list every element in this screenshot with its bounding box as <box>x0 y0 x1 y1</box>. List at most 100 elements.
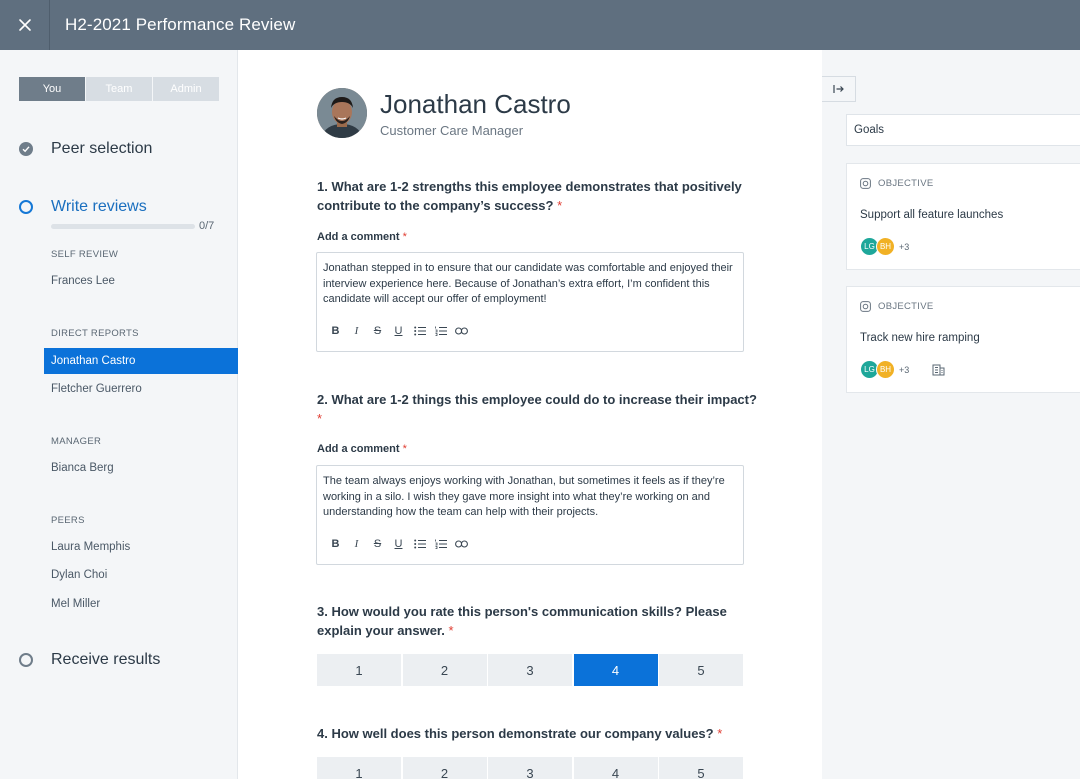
review-form: Jonathan Castro Customer Care Manager 1.… <box>238 50 822 779</box>
building-icon <box>932 364 945 376</box>
rating-option-2[interactable]: 2 <box>402 654 487 686</box>
collapse-right-icon <box>832 85 844 93</box>
bullet-list-icon[interactable] <box>412 324 427 338</box>
step-receive-results[interactable]: Receive results <box>19 651 160 669</box>
goals-panel: Goals OBJECTIVE Support all feature laun… <box>822 50 1080 779</box>
rating-option-5[interactable]: 5 <box>659 757 743 779</box>
segment-team[interactable]: Team <box>86 77 152 101</box>
underline-button[interactable]: U <box>391 537 406 551</box>
close-button[interactable] <box>0 0 50 50</box>
objective-title: Support all feature launches <box>860 209 1004 221</box>
sidebar: You Team Admin Peer selection Write revi… <box>0 50 238 779</box>
rating-option-2[interactable]: 2 <box>402 757 487 779</box>
bold-button[interactable]: B <box>328 324 343 338</box>
comment-editor-1[interactable]: Jonathan stepped in to ensure that our c… <box>316 252 744 352</box>
link-icon[interactable] <box>454 537 469 551</box>
step-label: Peer selection <box>51 140 153 157</box>
owners: LG BH +3 <box>860 237 909 256</box>
rating-option-1[interactable]: 1 <box>317 757 401 779</box>
format-toolbar: B I S U <box>328 537 475 551</box>
owners: LG BH +3 <box>860 360 945 379</box>
more-owners-count: +3 <box>899 364 910 375</box>
step-pending-icon <box>19 653 33 667</box>
reviews-progress-bar <box>51 224 195 229</box>
question-2: 2. What are 1-2 things this employee cou… <box>317 390 757 428</box>
italic-button[interactable]: I <box>349 324 364 338</box>
link-icon[interactable] <box>454 324 469 338</box>
panel-select[interactable]: Goals <box>846 114 1080 146</box>
format-toolbar: B I S U <box>328 324 475 338</box>
underline-button[interactable]: U <box>391 324 406 338</box>
question-text: 4. How well does this person demonstrate… <box>317 726 714 741</box>
segment-you[interactable]: You <box>19 77 85 101</box>
comment-text[interactable]: Jonathan stepped in to ensure that our c… <box>323 261 739 308</box>
more-owners-count: +3 <box>899 241 910 252</box>
step-write-reviews[interactable]: Write reviews <box>19 198 147 216</box>
numbered-list-icon[interactable] <box>433 537 448 551</box>
required-mark: * <box>717 726 723 741</box>
bold-button[interactable]: B <box>328 537 343 551</box>
step-label: Receive results <box>51 651 161 668</box>
top-bar: H2-2021 Performance Review <box>0 0 1080 50</box>
bullet-list-icon[interactable] <box>412 537 427 551</box>
question-text: 2. What are 1-2 things this employee cou… <box>317 392 757 407</box>
review-item-fletcher-guerrero[interactable]: Fletcher Guerrero <box>51 383 142 395</box>
objective-kind-text: OBJECTIVE <box>878 301 934 312</box>
required-mark: * <box>317 411 323 426</box>
objective-kind: OBJECTIVE <box>860 178 934 189</box>
avatar: BH <box>876 237 895 256</box>
section-heading-peers: PEERS <box>51 515 85 526</box>
rating-option-1[interactable]: 1 <box>317 654 401 686</box>
italic-button[interactable]: I <box>349 537 364 551</box>
section-heading-self-review: SELF REVIEW <box>51 249 119 260</box>
question-text: 3. How would you rate this person's comm… <box>317 604 727 638</box>
step-current-icon <box>19 200 33 214</box>
segment-admin[interactable]: Admin <box>153 77 219 101</box>
view-segmented-control: You Team Admin <box>19 77 220 101</box>
rating-scale-q4: 1 2 3 4 5 <box>317 757 745 779</box>
required-mark: * <box>402 231 407 243</box>
required-mark: * <box>448 623 454 638</box>
comment-label-text: Add a comment <box>317 231 400 243</box>
step-label: Write reviews <box>51 198 147 215</box>
target-icon <box>860 301 871 312</box>
rating-option-5[interactable]: 5 <box>659 654 743 686</box>
rating-option-3[interactable]: 3 <box>488 654 572 686</box>
comment-editor-2[interactable]: The team always enjoys working with Jona… <box>316 465 744 565</box>
rating-scale-q3: 1 2 3 4 5 <box>317 654 745 686</box>
rating-option-4[interactable]: 4 <box>573 757 658 779</box>
rating-option-4[interactable]: 4 <box>573 654 658 686</box>
review-item-frances-lee[interactable]: Frances Lee <box>51 275 115 287</box>
review-item-mel-miller[interactable]: Mel Miller <box>51 598 100 610</box>
review-item-bianca-berg[interactable]: Bianca Berg <box>51 462 114 474</box>
collapse-panel-button[interactable] <box>822 76 856 102</box>
review-item-dylan-choi[interactable]: Dylan Choi <box>51 569 107 581</box>
numbered-list-icon[interactable] <box>433 324 448 338</box>
check-icon <box>19 142 33 156</box>
employee-role: Customer Care Manager <box>380 123 524 138</box>
step-peer-selection[interactable]: Peer selection <box>19 140 152 158</box>
objective-title: Track new hire ramping <box>860 332 980 344</box>
question-1: 1. What are 1-2 strengths this employee … <box>317 177 757 215</box>
rating-option-3[interactable]: 3 <box>488 757 572 779</box>
objective-card[interactable]: OBJECTIVE Track new hire ramping LG BH +… <box>846 286 1080 393</box>
objective-kind-text: OBJECTIVE <box>878 178 934 189</box>
section-heading-manager: MANAGER <box>51 436 102 447</box>
objective-kind: OBJECTIVE <box>860 301 934 312</box>
required-mark: * <box>557 198 563 213</box>
review-item-laura-memphis[interactable]: Laura Memphis <box>51 541 130 553</box>
comment-text[interactable]: The team always enjoys working with Jona… <box>323 474 739 521</box>
employee-name: Jonathan Castro <box>380 89 571 119</box>
page-title: H2-2021 Performance Review <box>65 15 296 34</box>
avatar <box>317 88 367 138</box>
objective-card[interactable]: OBJECTIVE Support all feature launches L… <box>846 163 1080 270</box>
strikethrough-button[interactable]: S <box>370 537 385 551</box>
target-icon <box>860 178 871 189</box>
strikethrough-button[interactable]: S <box>370 324 385 338</box>
question-text: 1. What are 1-2 strengths this employee … <box>317 179 742 213</box>
comment-label: Add a comment * <box>317 443 407 455</box>
reviews-progress-text: 0/7 <box>199 220 215 232</box>
required-mark: * <box>402 443 407 455</box>
review-item-jonathan-castro[interactable]: Jonathan Castro <box>44 348 238 374</box>
avatar: BH <box>876 360 895 379</box>
